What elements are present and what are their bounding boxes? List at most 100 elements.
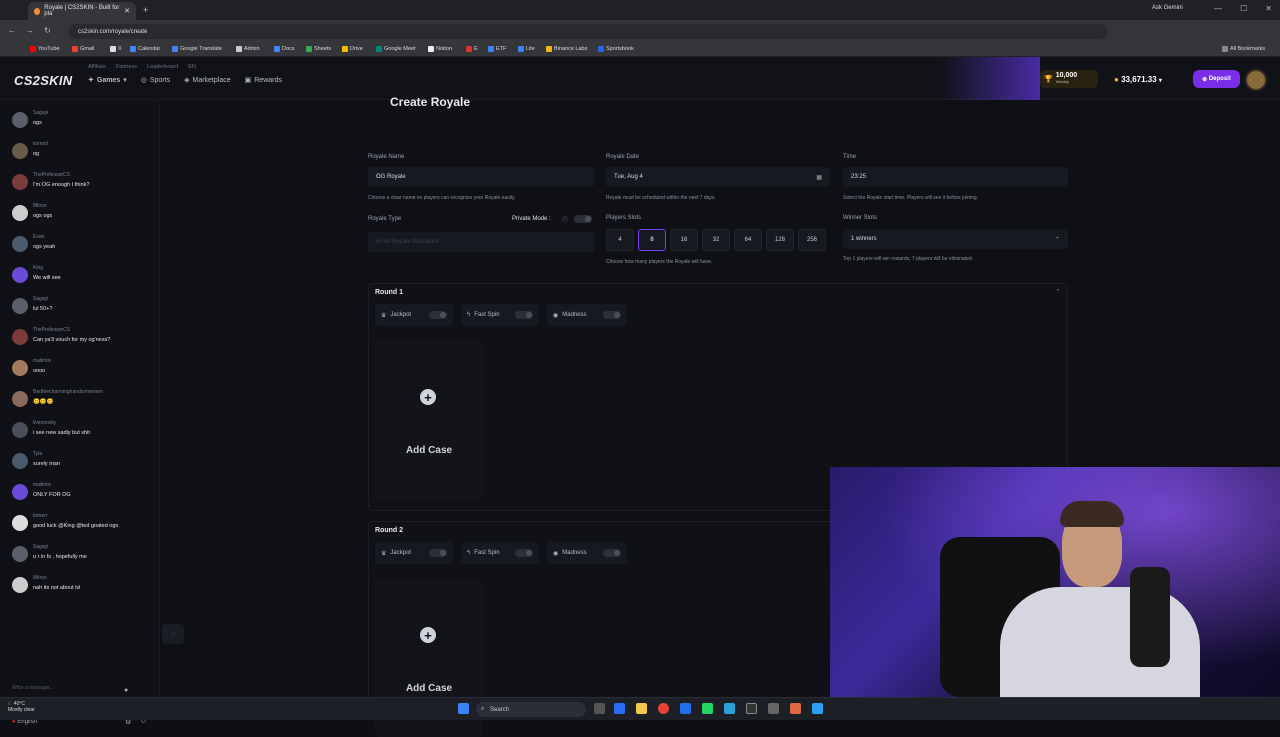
telegram-icon[interactable] (724, 703, 735, 714)
chat-username[interactable]: komod (33, 141, 48, 147)
close-window-icon[interactable]: ✕ (1265, 4, 1272, 13)
bookmark-item[interactable]: Admin (236, 46, 260, 52)
slot-option-16[interactable]: 16 (670, 229, 698, 251)
chat-username[interactable]: bonerr (33, 513, 47, 519)
royale-password-input[interactable]: Enter Royale Password (368, 232, 594, 252)
bookmark-item[interactable]: ETF (488, 46, 506, 52)
avatar[interactable] (12, 329, 28, 345)
new-tab-icon[interactable]: + (143, 5, 148, 15)
chat-username[interactable]: Sagayi (33, 110, 48, 116)
avatar[interactable] (12, 236, 28, 252)
chat-username[interactable]: TheProfessorCS (33, 327, 70, 333)
close-tab-icon[interactable]: ✕ (124, 7, 130, 15)
browser-tab[interactable]: Royale | CS2SKIN - Built for pla ✕ (28, 2, 136, 20)
avatar[interactable] (12, 515, 28, 531)
deposit-button[interactable]: ⊕ Deposit (1193, 70, 1240, 88)
site-logo[interactable]: CS2SKIN (14, 73, 72, 88)
royale-date-input[interactable]: Tue, Aug 4 ▦ (606, 167, 830, 187)
taskbar-search[interactable]: ⌕ Search (476, 702, 586, 717)
avatar[interactable] (12, 391, 28, 407)
subnav-affiliate[interactable]: Affiliate (88, 64, 106, 70)
time-input[interactable]: 23:25 (843, 167, 1068, 187)
chrome-icon[interactable] (658, 703, 669, 714)
task-view-icon[interactable] (594, 703, 605, 714)
add-case-card[interactable]: + Add Case (375, 341, 483, 499)
maximize-icon[interactable]: ☐ (1240, 4, 1247, 13)
slot-option-128[interactable]: 128 (766, 229, 794, 251)
weather-widget[interactable]: ☾ 40°C Mostly clear (8, 701, 35, 713)
balance-display[interactable]: ● 33,671.33 ▾ (1114, 75, 1162, 84)
bookmark-item[interactable]: Gmail (72, 46, 94, 52)
jackpot-toggle[interactable] (429, 311, 447, 319)
royale-name-input[interactable]: OG Royale (368, 167, 594, 187)
chat-username[interactable]: King (33, 265, 43, 271)
bookmark-item[interactable]: Binance Labs (546, 46, 587, 52)
mode-fast-spin[interactable]: ϟ Fast Spin (461, 304, 539, 326)
chat-username[interactable]: Bertthecharminghandsomemen (33, 389, 103, 395)
subnav-fairness[interactable]: Fairness (116, 64, 137, 70)
weekly-reward-badge[interactable]: 🏆 10,000 Weekly (1040, 70, 1098, 88)
ask-gemini-button[interactable]: Ask Gemini (1152, 5, 1183, 11)
chat-username[interactable]: TheProfessorCS (33, 172, 70, 178)
app-icon[interactable] (790, 703, 801, 714)
calendar-icon[interactable]: ▦ (816, 174, 822, 181)
bookmark-item[interactable]: Notion (428, 46, 452, 52)
app-icon[interactable] (812, 703, 823, 714)
bookmark-item[interactable]: YouTube (30, 46, 60, 52)
avatar[interactable] (12, 484, 28, 500)
obs-icon[interactable] (746, 703, 757, 714)
avatar[interactable] (12, 112, 28, 128)
nav-marketplace[interactable]: ◈ Marketplace (184, 76, 231, 85)
chat-username[interactable]: maliimix (33, 482, 51, 488)
app-icon[interactable] (680, 703, 691, 714)
bookmark-item[interactable]: Sheets (306, 46, 331, 52)
avatar[interactable] (12, 174, 28, 190)
windows-start-icon[interactable] (458, 703, 469, 714)
madness-toggle[interactable] (603, 549, 621, 557)
url-field[interactable]: cs2skin.com/royale/create (68, 24, 1108, 39)
subnav-language[interactable]: EN (188, 64, 196, 70)
all-bookmarks[interactable]: All Bookmarks (1222, 46, 1265, 52)
chat-toggle-icon[interactable]: ◌ (162, 624, 184, 644)
forward-icon[interactable]: → (26, 26, 34, 35)
winner-slots-select[interactable]: 1 winners ⌃ (843, 229, 1068, 249)
chat-username[interactable]: Evan (33, 234, 44, 240)
avatar[interactable] (12, 360, 28, 376)
avatar[interactable] (12, 267, 28, 283)
app-icon[interactable] (614, 703, 625, 714)
mode-fast-spin[interactable]: ϟ Fast Spin (461, 542, 539, 564)
chevron-up-icon[interactable]: ⌃ (1055, 288, 1061, 296)
mode-madness[interactable]: ◉ Madness (547, 542, 627, 564)
fast-spin-toggle[interactable] (515, 311, 533, 319)
reload-icon[interactable]: ↻ (44, 26, 51, 35)
bookmark-item[interactable]: Docs (274, 46, 295, 52)
avatar[interactable] (12, 453, 28, 469)
avatar[interactable] (12, 143, 28, 159)
avatar[interactable] (12, 577, 28, 593)
madness-toggle[interactable] (603, 311, 621, 319)
bookmark-item[interactable]: E (466, 46, 478, 52)
nav-sports[interactable]: ◎ Sports (141, 76, 170, 85)
avatar[interactable] (12, 205, 28, 221)
bookmark-item[interactable]: X (110, 46, 122, 52)
avatar[interactable] (12, 422, 28, 438)
slot-option-256[interactable]: 256 (798, 229, 826, 251)
fast-spin-toggle[interactable] (515, 549, 533, 557)
settings-icon[interactable] (768, 703, 779, 714)
file-explorer-icon[interactable] (636, 703, 647, 714)
nav-rewards[interactable]: ▣ Rewards (245, 76, 282, 85)
user-avatar[interactable] (1245, 69, 1267, 91)
chat-username[interactable]: Mitrox (33, 203, 47, 209)
mode-jackpot[interactable]: ♛ Jackpot (375, 304, 453, 326)
chat-username[interactable]: livenoosky (33, 420, 56, 426)
whatsapp-icon[interactable] (702, 703, 713, 714)
slot-option-64[interactable]: 64 (734, 229, 762, 251)
nav-games[interactable]: ✦ Games ▾ (88, 76, 127, 85)
minimize-icon[interactable]: — (1214, 4, 1222, 13)
bookmark-item[interactable]: Drive (342, 46, 363, 52)
bookmark-item[interactable]: Lite (518, 46, 535, 52)
chat-username[interactable]: Sagayi (33, 296, 48, 302)
subnav-leaderboard[interactable]: Leaderboard (147, 64, 178, 70)
bookmark-item[interactable]: Google Translate (172, 46, 222, 52)
slot-option-4[interactable]: 4 (606, 229, 634, 251)
